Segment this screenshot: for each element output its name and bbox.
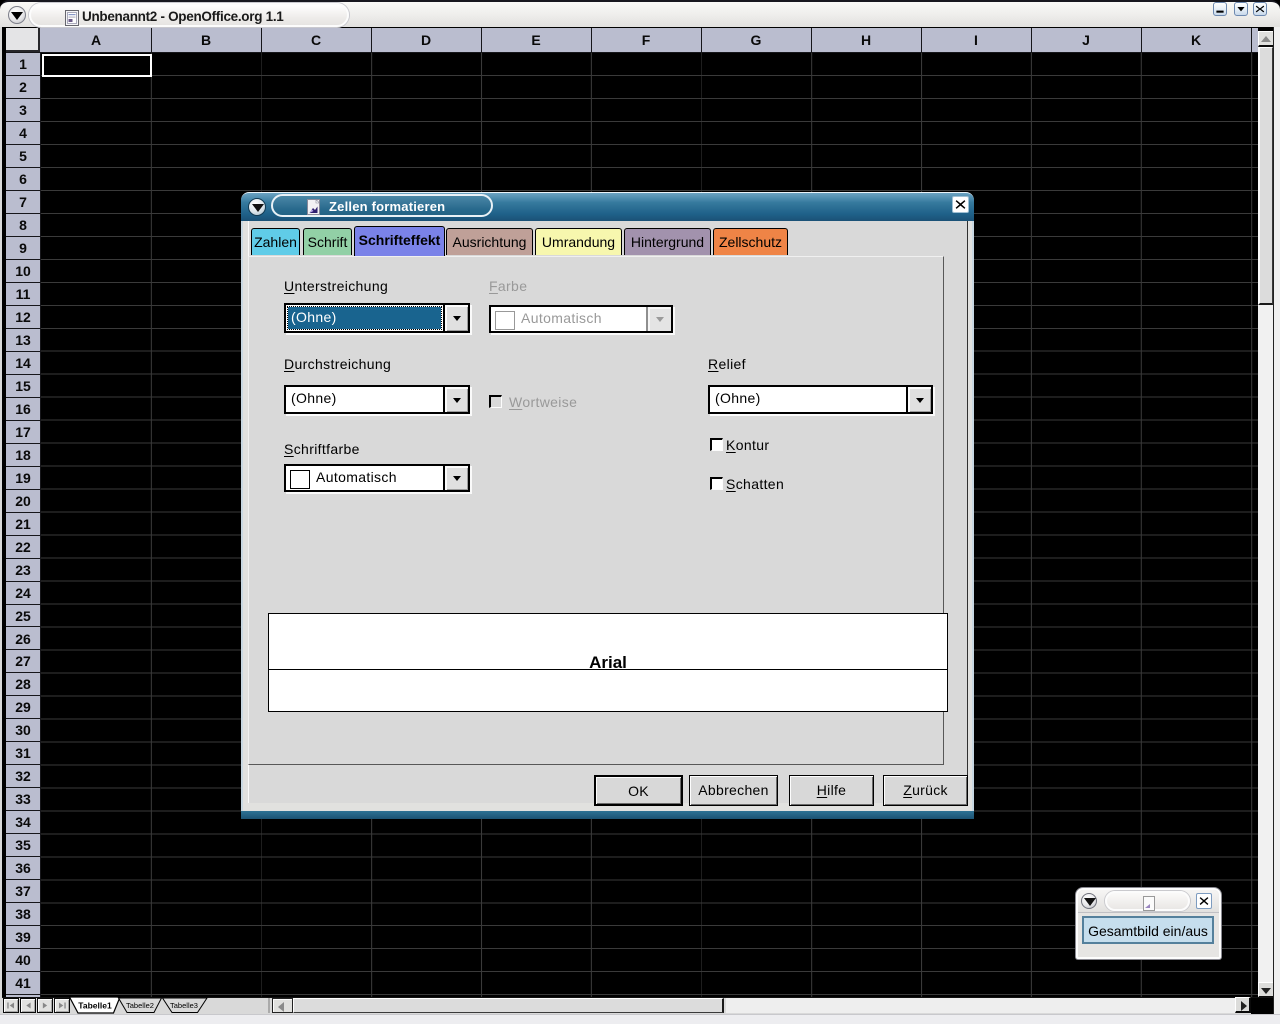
svg-text:Tabelle3: Tabelle3 (170, 1001, 198, 1010)
svg-text:Tabelle1: Tabelle1 (78, 1001, 112, 1011)
svg-text:Tabelle2: Tabelle2 (126, 1001, 154, 1010)
